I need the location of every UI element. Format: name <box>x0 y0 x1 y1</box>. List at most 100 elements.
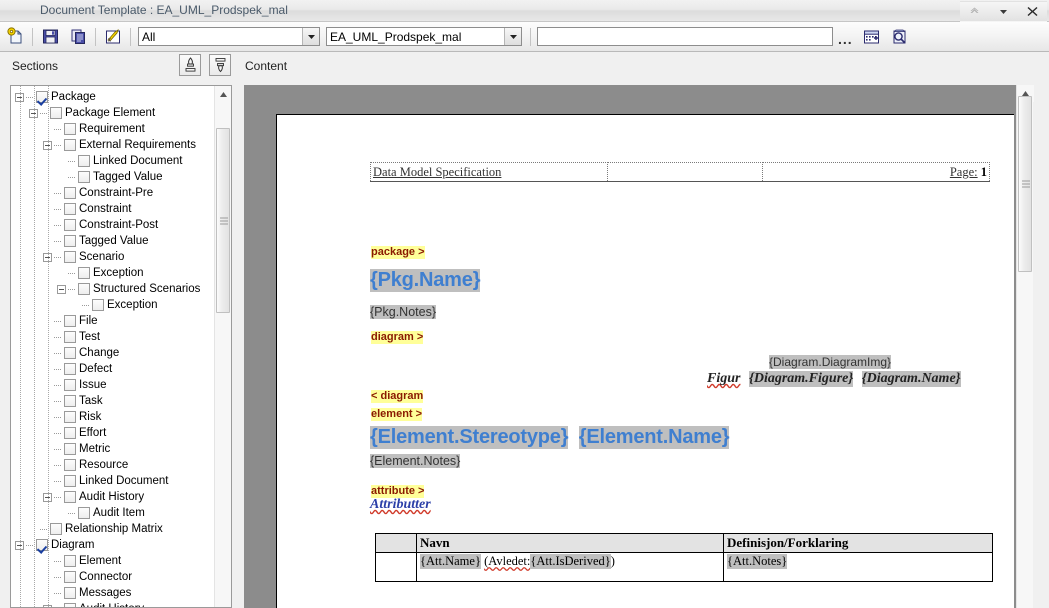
tree-item-change[interactable]: Change <box>11 345 216 361</box>
preview-button[interactable] <box>889 26 911 48</box>
diagram-figure-field[interactable]: {Diagram.Figure} <box>748 371 854 387</box>
tree-item-checkbox[interactable] <box>78 283 90 295</box>
tree-item-checkbox[interactable] <box>64 459 76 471</box>
tree-item-checkbox[interactable] <box>64 427 76 439</box>
diagram-name-field[interactable]: {Diagram.Name} <box>861 371 961 387</box>
tree-item-checkbox[interactable] <box>64 203 76 215</box>
tree-item-checkbox[interactable] <box>50 107 62 119</box>
tree-item-checkbox[interactable] <box>50 523 62 535</box>
close-button[interactable] <box>1018 1 1047 22</box>
attr-row-name-cell[interactable]: {Att.Name} (Avledet:{Att.IsDerived}) <box>416 552 724 582</box>
search-input[interactable] <box>537 27 833 46</box>
tree-item-checkbox[interactable] <box>64 219 76 231</box>
header-left-cell[interactable]: Data Model Specification <box>370 162 608 182</box>
collapse-toggle-icon[interactable] <box>57 284 66 294</box>
tree-item-file[interactable]: File <box>11 313 216 329</box>
tree-item-scenario[interactable]: Scenario <box>11 249 216 265</box>
tree-item-checkbox[interactable] <box>64 315 76 327</box>
tree-item-linked-document[interactable]: Linked Document <box>11 473 216 489</box>
tree-item-checkbox[interactable] <box>36 91 48 103</box>
tree-item-audit-history[interactable]: Audit History <box>11 601 216 607</box>
tree-item-exception[interactable]: Exception <box>11 297 216 313</box>
tree-item-checkbox[interactable] <box>78 267 90 279</box>
tree-item-diagram[interactable]: Diagram <box>11 537 216 553</box>
tree-item-checkbox[interactable] <box>64 187 76 199</box>
header-middle-cell[interactable] <box>607 162 763 182</box>
minimize-button[interactable] <box>960 1 989 22</box>
att-name-field[interactable]: {Att.Name} <box>420 554 481 569</box>
tree-item-checkbox[interactable] <box>64 139 76 151</box>
tree-item-checkbox[interactable] <box>64 379 76 391</box>
tree-item-checkbox[interactable] <box>64 411 76 423</box>
tree-scroll-thumb[interactable] <box>216 128 230 313</box>
tree-item-requirement[interactable]: Requirement <box>11 121 216 137</box>
tree-item-metric[interactable]: Metric <box>11 441 216 457</box>
chevron-down-icon[interactable] <box>302 28 319 45</box>
tree-item-constraint-post[interactable]: Constraint-Post <box>11 217 216 233</box>
tree-item-package-element[interactable]: Package Element <box>11 105 216 121</box>
attr-row-blank-cell[interactable] <box>375 552 417 582</box>
tree-item-linked-document[interactable]: Linked Document <box>11 153 216 169</box>
tree-item-checkbox[interactable] <box>64 571 76 583</box>
chevron-down-icon[interactable] <box>504 28 521 45</box>
tree-item-checkbox[interactable] <box>64 443 76 455</box>
save-button[interactable] <box>39 26 61 48</box>
tree-item-constraint-pre[interactable]: Constraint-Pre <box>11 185 216 201</box>
tree-item-checkbox[interactable] <box>78 155 90 167</box>
tree-item-effort[interactable]: Effort <box>11 425 216 441</box>
tree-item-checkbox[interactable] <box>78 507 90 519</box>
tree-item-element[interactable]: Element <box>11 553 216 569</box>
tree-item-audit-item[interactable]: Audit Item <box>11 505 216 521</box>
tree-item-checkbox[interactable] <box>64 363 76 375</box>
tree-item-checkbox[interactable] <box>64 251 76 263</box>
tree-item-checkbox[interactable] <box>64 491 76 503</box>
tree-item-risk[interactable]: Risk <box>11 409 216 425</box>
scope-filter-combo[interactable]: All <box>138 27 320 46</box>
more-options-button[interactable]: ... <box>833 31 858 47</box>
tree-item-relationship-matrix[interactable]: Relationship Matrix <box>11 521 216 537</box>
tree-item-issue[interactable]: Issue <box>11 377 216 393</box>
tree-item-checkbox[interactable] <box>64 603 76 607</box>
document-scrollbar[interactable] <box>1016 85 1034 608</box>
pkg-notes-field[interactable]: {Pkg.Notes} <box>370 305 437 319</box>
document-scroll-thumb[interactable] <box>1018 96 1032 272</box>
tree-item-structured-scenarios[interactable]: Structured Scenarios <box>11 281 216 297</box>
header-right-cell[interactable]: Page: 1 <box>762 162 990 182</box>
tree-item-checkbox[interactable] <box>64 555 76 567</box>
section-up-button[interactable] <box>179 54 201 76</box>
tree-item-tagged-value[interactable]: Tagged Value <box>11 233 216 249</box>
tree-item-checkbox[interactable] <box>36 539 48 551</box>
tree-item-checkbox[interactable] <box>64 123 76 135</box>
tree-item-checkbox[interactable] <box>64 475 76 487</box>
tree-scrollbar[interactable] <box>214 86 231 607</box>
att-isderived-field[interactable]: {Att.IsDerived} <box>530 554 611 569</box>
tree-item-checkbox[interactable] <box>64 235 76 247</box>
fields-button[interactable]: x <box>102 26 124 48</box>
tree-item-connector[interactable]: Connector <box>11 569 216 585</box>
att-notes-field[interactable]: {Att.Notes} <box>727 554 788 569</box>
tree-item-checkbox[interactable] <box>78 171 90 183</box>
document-page[interactable]: Data Model Specification Page: 1 package… <box>276 114 1014 608</box>
tree-item-checkbox[interactable] <box>64 347 76 359</box>
template-select-combo[interactable]: EA_UML_Prodspek_mal <box>326 27 522 46</box>
restore-button[interactable] <box>989 1 1018 22</box>
tree-item-external-requirements[interactable]: External Requirements <box>11 137 216 153</box>
pkg-name-field[interactable]: {Pkg.Name} <box>370 269 480 292</box>
sections-tree[interactable]: Package Package Element Requirement Externa… <box>11 86 216 607</box>
attr-row-def-cell[interactable]: {Att.Notes} <box>723 552 993 582</box>
element-name-field[interactable]: {Element.Name} <box>578 426 730 449</box>
element-stereotype-field[interactable]: {Element.Stereotype} <box>370 426 568 449</box>
tree-item-checkbox[interactable] <box>92 299 104 311</box>
tree-item-package[interactable]: Package <box>11 89 216 105</box>
tree-item-audit-history[interactable]: Audit History <box>11 489 216 505</box>
tree-item-messages[interactable]: Messages <box>11 585 216 601</box>
tree-item-defect[interactable]: Defect <box>11 361 216 377</box>
section-down-button[interactable] <box>209 54 231 76</box>
insert-field-button[interactable] <box>861 26 883 48</box>
tree-item-exception[interactable]: Exception <box>11 265 216 281</box>
scroll-up-button[interactable] <box>215 86 231 103</box>
tree-item-test[interactable]: Test <box>11 329 216 345</box>
diagram-img-field[interactable]: {Diagram.DiagramImg} <box>769 355 892 369</box>
tree-item-tagged-value[interactable]: Tagged Value <box>11 169 216 185</box>
tree-item-resource[interactable]: Resource <box>11 457 216 473</box>
